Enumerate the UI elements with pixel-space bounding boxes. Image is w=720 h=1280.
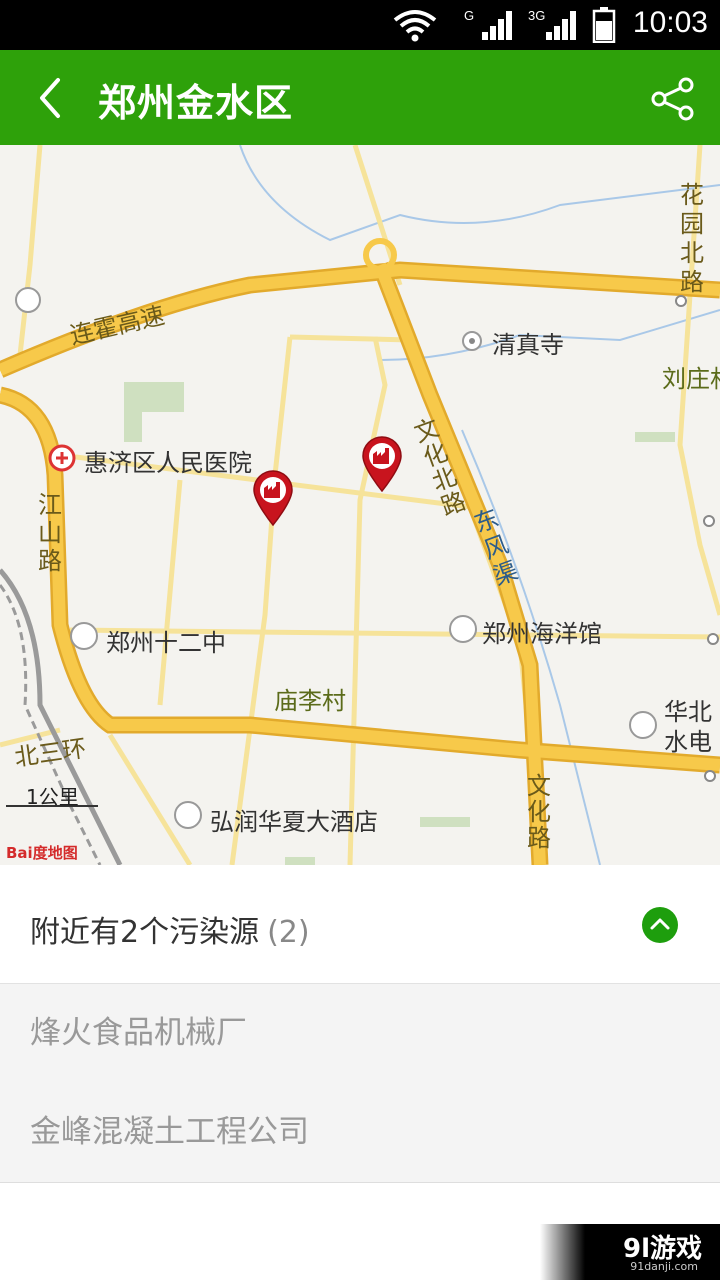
signal-3g-icon: [546, 11, 576, 40]
baidu-map-logo: Bai度地图: [6, 844, 78, 862]
map-scale-label: 1公里: [26, 785, 79, 809]
map-label-mosque: 清真寺: [492, 331, 564, 359]
map-label-wenhua-road: 文化路: [527, 772, 551, 852]
network-g-label: G: [464, 8, 475, 23]
pollution-title-text: 附近有2个污染源: [30, 915, 260, 950]
pollution-marker-icon[interactable]: [252, 470, 294, 526]
map-label-school12: 郑州十二中: [106, 629, 226, 657]
page-title: 郑州金水区: [98, 81, 294, 125]
map-label-liuzhuang: 刘庄村: [662, 365, 720, 393]
map-view[interactable]: 连霍高速 清真寺 刘庄村 花园北路 惠济区人民医院 文化北路 东风渠 江山路 郑…: [0, 145, 720, 865]
map-label-hospital: 惠济区人民医院: [84, 449, 252, 477]
battery-icon: [592, 7, 616, 43]
pollution-title: 附近有2个污染源 (2): [30, 907, 310, 951]
site-watermark: 9l游戏 91danji.com: [540, 1224, 720, 1280]
map-label-aquarium: 郑州海洋馆: [482, 620, 602, 648]
map-label-jiangshan-road: 江山路: [38, 491, 62, 575]
map-roads: [0, 145, 720, 865]
map-label-hotel: 弘润华夏大酒店: [210, 808, 378, 836]
collapse-chevron-up-icon[interactable]: [642, 907, 678, 943]
back-arrow-icon[interactable]: [28, 70, 78, 125]
watermark-subtext: 91danji.com: [630, 1260, 698, 1273]
pollution-source-item[interactable]: 烽火食品机械厂: [0, 984, 720, 1083]
pollution-count: (2): [267, 915, 310, 950]
wifi-icon: [393, 10, 437, 42]
pollution-source-list: 烽火食品机械厂 金峰混凝土工程公司: [0, 984, 720, 1183]
share-icon[interactable]: [650, 76, 696, 122]
map-label-huabei: 华北水电: [664, 698, 712, 756]
pollution-sources-header[interactable]: 附近有2个污染源 (2): [0, 865, 720, 984]
pollution-marker-icon[interactable]: [361, 436, 403, 492]
map-label-huayuan-road: 花园北路: [680, 181, 704, 296]
signal-icon: [482, 11, 512, 40]
status-bar: G 3G 10:03: [0, 0, 720, 50]
map-label-miaoli-village: 庙李村: [274, 687, 346, 715]
app-header: 郑州金水区: [0, 50, 720, 145]
pollution-source-item[interactable]: 金峰混凝土工程公司: [0, 1083, 720, 1182]
clock: 10:03: [632, 6, 708, 39]
